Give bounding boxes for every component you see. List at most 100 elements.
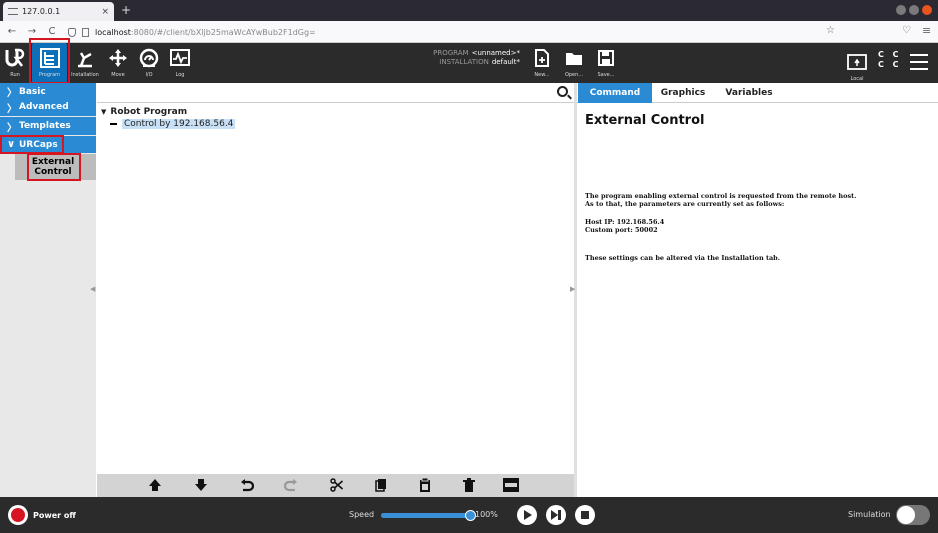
io-connector-icon: [139, 46, 159, 70]
sidebar-item-label: Templates: [19, 121, 71, 131]
settings-note-line: These settings can be altered via the In…: [585, 254, 780, 262]
suppress-icon: [503, 478, 519, 492]
new-button-label: New...: [534, 72, 550, 78]
reload-button[interactable]: C: [44, 26, 60, 37]
bookmark-star-icon[interactable]: ☆: [826, 25, 835, 36]
description-line: The program enabling external control is…: [585, 192, 857, 200]
program-tree: ▼ Robot Program Control by 192.168.56.4: [97, 104, 574, 474]
undo-button[interactable]: [239, 478, 255, 494]
search-icon[interactable]: [557, 86, 568, 97]
io-tab-button[interactable]: I/O: [134, 43, 164, 83]
minimize-button[interactable]: [896, 5, 906, 15]
floppy-disk-icon: [598, 46, 614, 70]
trash-icon: [463, 478, 475, 492]
delete-button[interactable]: [461, 478, 477, 494]
scissors-icon: [330, 478, 344, 492]
forward-button[interactable]: →: [24, 26, 40, 37]
pocket-icon[interactable]: ♡: [902, 25, 911, 36]
maximize-button[interactable]: [909, 5, 919, 15]
collapse-right-icon[interactable]: ▶: [570, 285, 575, 293]
browser-titlebar: 127.0.0.1 × +: [0, 0, 938, 21]
url-path: :8080/#/client/bXljb25maWcAYwBub2F1dGg=: [130, 27, 316, 37]
tree-search-bar[interactable]: [97, 83, 574, 103]
log-tab-label: Log: [175, 72, 185, 78]
shield-icon[interactable]: [68, 27, 76, 37]
footer-bar: Power off Speed 100% Simulation: [0, 497, 938, 533]
stop-button[interactable]: [575, 505, 595, 525]
installation-key: INSTALLATION: [439, 58, 489, 66]
custom-port-line: Custom port: 50002: [585, 226, 658, 234]
chevron-right-icon: 〉: [7, 103, 17, 115]
back-button[interactable]: ←: [4, 26, 20, 37]
hamburger-menu-icon[interactable]: [910, 54, 928, 75]
folder-icon: [565, 46, 583, 70]
sidebar-item-advanced[interactable]: 〉 Advanced: [0, 98, 96, 117]
log-tab-button[interactable]: Log: [166, 43, 194, 83]
browser-menu-icon[interactable]: ≡: [922, 24, 931, 37]
power-label[interactable]: Power off: [33, 511, 76, 520]
url-bar[interactable]: localhost:8080/#/client/bXljb25maWcAYwBu…: [68, 24, 850, 40]
right-panel-tabs: Command Graphics Variables: [577, 83, 938, 103]
installation-name: default*: [491, 58, 520, 66]
play-button[interactable]: [517, 505, 537, 525]
page-title: External Control: [585, 113, 705, 128]
new-button[interactable]: New...: [530, 43, 554, 83]
close-window-button[interactable]: [922, 5, 932, 15]
new-tab-button[interactable]: +: [121, 3, 131, 17]
window-controls: [896, 5, 932, 15]
tree-toolbar: [97, 474, 574, 497]
installation-tab-button[interactable]: Installation: [70, 43, 100, 83]
save-button-label: Save...: [597, 72, 615, 78]
local-mode-button[interactable]: Local: [845, 47, 869, 87]
open-button[interactable]: Open...: [562, 43, 586, 83]
io-tab-label: I/O: [145, 72, 153, 78]
sidebar-item-templates[interactable]: 〉 Templates: [0, 117, 96, 136]
save-button[interactable]: Save...: [594, 43, 618, 83]
tree-root[interactable]: ▼ Robot Program: [101, 107, 187, 117]
tab-close-button[interactable]: ×: [101, 7, 109, 17]
pendant-icon: [847, 50, 867, 74]
log-graph-icon: [170, 46, 190, 70]
polyscope-header: Run Program Installation Move I/O Log PR…: [0, 43, 938, 83]
sidebar-item-label: Basic: [19, 86, 46, 97]
speed-slider[interactable]: [381, 510, 476, 521]
simulation-toggle[interactable]: [896, 505, 930, 525]
move-down-button[interactable]: [193, 478, 209, 494]
tab-variables[interactable]: Variables: [717, 83, 781, 103]
chevron-right-icon: 〉: [7, 88, 17, 99]
run-tab-button[interactable]: Run: [3, 43, 27, 83]
tab-graphics[interactable]: Graphics: [651, 83, 715, 103]
arrow-up-icon: [149, 479, 161, 491]
robot-arm-icon: [75, 46, 95, 70]
move-up-button[interactable]: [147, 478, 163, 494]
browser-tab[interactable]: 127.0.0.1 ×: [3, 2, 114, 21]
redo-button[interactable]: [283, 478, 299, 494]
tree-node-label: Control by 192.168.56.4: [122, 119, 236, 129]
url-host: localhost: [95, 27, 131, 37]
speed-value: 100%: [475, 510, 498, 519]
open-button-label: Open...: [564, 72, 584, 78]
clipboard-icon: [420, 477, 430, 492]
command-panel: External Control The program enabling ex…: [577, 103, 938, 497]
tab-command[interactable]: Command: [578, 83, 652, 103]
host-ip-line: Host IP: 192.168.56.4: [585, 218, 665, 226]
speed-slider-fill: [381, 513, 471, 518]
copy-button[interactable]: [373, 478, 389, 494]
move-arrows-icon: [108, 46, 128, 70]
cut-button[interactable]: [329, 478, 345, 494]
tab-title: 127.0.0.1: [22, 7, 61, 16]
power-icon[interactable]: [8, 505, 28, 525]
local-mode-label: Local: [850, 76, 864, 82]
move-tab-label: Move: [111, 72, 125, 78]
paste-button[interactable]: [417, 477, 433, 494]
tab-favicon-icon: [8, 8, 18, 15]
tree-node-external-control[interactable]: Control by 192.168.56.4: [110, 119, 236, 129]
program-key: PROGRAM: [433, 49, 469, 57]
redo-icon: [283, 479, 297, 492]
step-button[interactable]: [546, 505, 566, 525]
suppress-button[interactable]: [503, 478, 519, 494]
triangle-down-icon[interactable]: ▼: [101, 108, 106, 116]
node-dash-icon: [110, 123, 117, 125]
collapse-left-icon[interactable]: ◀: [90, 285, 95, 293]
move-tab-button[interactable]: Move: [103, 43, 133, 83]
